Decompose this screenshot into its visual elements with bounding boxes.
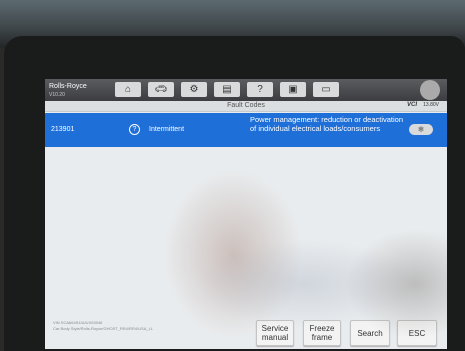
- battery-voltage: 13.80V: [423, 102, 439, 108]
- freeze-frame-icon[interactable]: ❄: [409, 124, 433, 135]
- screen-reflection: [163, 169, 303, 339]
- gear-icon: ⚙: [189, 84, 199, 95]
- settings-button[interactable]: ⚙: [181, 82, 207, 97]
- save-button[interactable]: ▣: [280, 82, 306, 97]
- vin-info: VIN SCA664S44UUX53046 Car Body Style/Rol…: [53, 320, 253, 332]
- service-manual-button[interactable]: Service manual: [256, 320, 294, 346]
- home-button[interactable]: ⌂: [115, 82, 141, 97]
- esc-button[interactable]: ESC: [397, 320, 437, 346]
- top-toolbar: Rolls-Royce V10.20 ⌂ 🚗︎ ⚙ ▤ ? ▣ ▭: [45, 79, 447, 101]
- print-button[interactable]: ▤: [214, 82, 240, 97]
- page-title: Fault Codes: [227, 102, 265, 109]
- vehicle-make: Rolls-Royce: [49, 83, 87, 90]
- vehicle-model: V10.20: [49, 92, 65, 98]
- fault-code: 213901: [51, 126, 75, 133]
- vehicle-info: Rolls-Royce V10.20: [49, 83, 87, 99]
- freeze-frame-button[interactable]: Freeze frame: [303, 320, 341, 346]
- vehicle-path-line: Car Body Style/Rolls-Royce/GHOST_RR4/RR4…: [53, 326, 154, 331]
- vci-indicator: VCI: [406, 102, 417, 108]
- save-icon: ▣: [288, 84, 298, 95]
- help-circle-icon[interactable]: ?: [129, 124, 140, 135]
- chat-icon: ▭: [321, 84, 331, 95]
- printer-icon: ▤: [222, 84, 232, 95]
- home-icon: ⌂: [124, 84, 132, 95]
- vehicle-button[interactable]: 🚗︎: [148, 82, 174, 97]
- photo-scene: Rolls-Royce V10.20 ⌂ 🚗︎ ⚙ ▤ ? ▣ ▭ Fault …: [0, 0, 465, 351]
- help-icon: ?: [257, 84, 263, 95]
- message-button[interactable]: ▭: [313, 82, 339, 97]
- page-header: Fault Codes VCI 13.80V: [45, 101, 447, 112]
- fault-code-row[interactable]: 213901 ? Intermittent Power management: …: [45, 113, 447, 147]
- screen-reflection: [195, 239, 415, 329]
- round-menu-button[interactable]: [420, 80, 440, 100]
- car-icon: 🚗︎: [154, 84, 168, 95]
- device-screen: Rolls-Royce V10.20 ⌂ 🚗︎ ⚙ ▤ ? ▣ ▭ Fault …: [45, 79, 447, 349]
- fault-status: Intermittent: [149, 126, 185, 133]
- help-button[interactable]: ?: [247, 82, 273, 97]
- fault-description: Power management: reduction or deactivat…: [250, 115, 404, 133]
- search-button[interactable]: Search: [350, 320, 390, 346]
